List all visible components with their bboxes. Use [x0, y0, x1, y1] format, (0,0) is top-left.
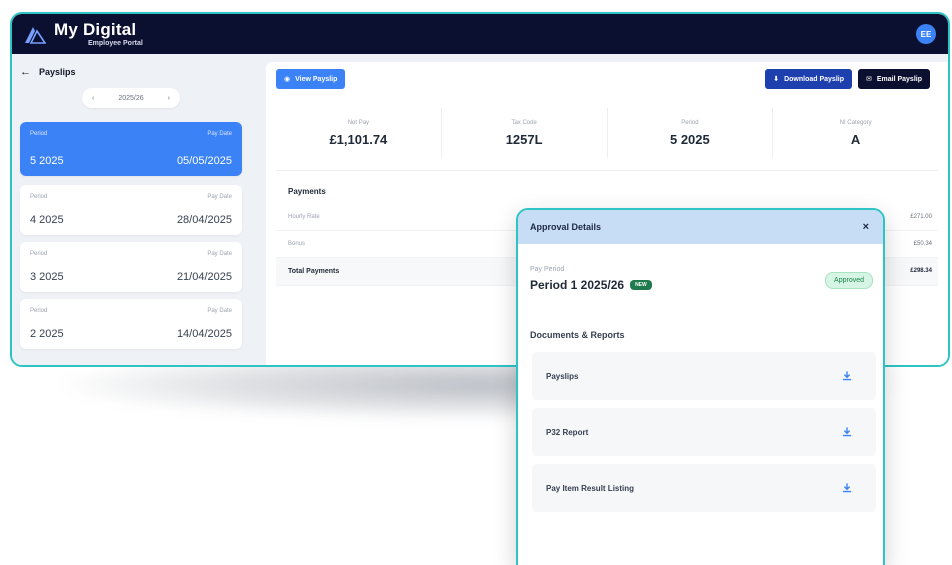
total-label: Total Payments: [288, 268, 340, 275]
summary-label: Period: [681, 119, 699, 126]
download-icon: ⬇: [773, 76, 780, 83]
period-value: 3 2025: [30, 271, 64, 283]
app-title: My Digital: [54, 20, 137, 39]
new-tag-badge: NEW: [630, 280, 652, 290]
period-card-3-2025[interactable]: Period 3 2025 Pay Date 21/04/2025: [20, 242, 242, 292]
view-payslip-button[interactable]: ◉ View Payslip: [276, 69, 346, 89]
pay-date-value: 14/04/2025: [176, 328, 232, 340]
doc-label: P32 Report: [546, 427, 589, 437]
year-selector: ‹ 2025/26 ›: [82, 88, 180, 108]
doc-item-payslips[interactable]: Payslips: [532, 352, 876, 400]
sidebar: ← Payslips ‹ 2025/26 › Period 5 2025 Pay …: [12, 54, 248, 365]
pay-period-text: Period 1 2025/26: [530, 278, 625, 292]
status-badge: Approved: [825, 272, 873, 289]
pay-date-label: Pay Date: [207, 308, 232, 314]
pay-date-label: Pay Date: [207, 194, 232, 200]
next-year-chevron-icon[interactable]: ›: [168, 95, 170, 102]
pay-period-block: Pay Period Period 1 2025/26 NEW: [530, 266, 652, 292]
summary-period: Period 5 2025: [608, 108, 774, 158]
pay-date-label: Pay Date: [207, 251, 232, 257]
download-icon[interactable]: [842, 427, 852, 437]
sidebar-header: ← Payslips: [20, 66, 242, 78]
top-bar: My Digital Employee Portal EE: [12, 14, 948, 54]
modal-title: Approval Details: [530, 222, 602, 232]
summary-tax-code: Tax Code 1257L: [442, 108, 608, 158]
summary-label: Net Pay: [347, 119, 370, 126]
payment-label: Hourly Rate: [288, 214, 320, 220]
pay-date-value: 28/04/2025: [176, 214, 232, 226]
period-value: 2 2025: [30, 328, 64, 340]
download-icon[interactable]: [842, 371, 852, 381]
download-payslip-label: Download Payslip: [784, 75, 844, 83]
summary-ni-category: NI Category A: [773, 108, 938, 158]
view-payslip-label: View Payslip: [295, 75, 338, 83]
logo-icon: [25, 27, 46, 44]
period-label: Period: [30, 308, 48, 314]
pay-date-label: Pay Date: [207, 131, 232, 137]
email-payslip-button[interactable]: ✉ Email Payslip: [857, 69, 930, 89]
payslip-summary: Net Pay £1,101.74 Tax Code 1257L Period 5 2…: [276, 108, 938, 158]
doc-item-p32-report[interactable]: P32 Report: [532, 408, 876, 456]
download-icon[interactable]: [842, 483, 852, 493]
summary-value: A: [850, 131, 861, 147]
doc-label: Pay Item Result Listing: [546, 483, 635, 493]
pay-date-value: 21/04/2025: [176, 271, 232, 283]
total-amount: £298.34: [910, 268, 932, 274]
summary-value: 5 2025: [669, 131, 710, 147]
period-card-4-2025[interactable]: Period 4 2025 Pay Date 28/04/2025: [20, 185, 242, 235]
summary-label: NI Category: [839, 119, 872, 126]
payments-heading: Payments: [288, 187, 326, 196]
period-label: Period: [30, 194, 48, 200]
pay-period-label: Pay Period: [530, 266, 565, 273]
sidebar-title: Payslips: [39, 67, 76, 77]
summary-value: 1257L: [505, 131, 543, 147]
stage: My Digital Employee Portal EE ← Payslips…: [0, 0, 952, 565]
avatar[interactable]: EE: [916, 24, 936, 44]
avatar-initials: EE: [920, 29, 932, 39]
envelope-icon: ✉: [865, 76, 872, 83]
period-value: 5 2025: [30, 155, 64, 167]
prev-year-chevron-icon[interactable]: ‹: [92, 95, 94, 102]
doc-item-pay-item-result-listing[interactable]: Pay Item Result Listing: [532, 464, 876, 512]
year-value: 2025/26: [118, 94, 144, 102]
pay-period-value: Period 1 2025/26 NEW: [530, 278, 652, 292]
approval-details-modal: Approval Details × Pay Period Period 1 2…: [516, 208, 885, 565]
payment-amount: £50.34: [913, 241, 932, 247]
payment-label: Bonus: [288, 241, 306, 247]
email-payslip-label: Email Payslip: [876, 75, 922, 83]
download-payslip-button[interactable]: ⬇ Download Payslip: [765, 69, 852, 89]
period-card-2-2025[interactable]: Period 2 2025 Pay Date 14/04/2025: [20, 299, 242, 349]
period-label: Period: [30, 251, 48, 257]
eye-icon: ◉: [284, 76, 291, 83]
period-value: 4 2025: [30, 214, 64, 226]
pay-period-row: Pay Period Period 1 2025/26 NEW Approved: [530, 266, 873, 292]
close-icon[interactable]: ×: [863, 221, 869, 233]
summary-value: £1,101.74: [329, 131, 388, 147]
summary-label: Tax Code: [511, 119, 537, 126]
period-label: Period: [30, 131, 48, 137]
documents-heading: Documents & Reports: [530, 330, 625, 340]
app-subtitle: Employee Portal: [88, 40, 143, 47]
payment-amount: £271.00: [910, 214, 932, 220]
pay-date-value: 05/05/2025: [176, 155, 232, 167]
back-arrow-icon[interactable]: ←: [20, 66, 31, 78]
toolbar: ◉ View Payslip ⬇ Download Payslip ✉ Emai…: [276, 68, 938, 90]
modal-body: Pay Period Period 1 2025/26 NEW Approved…: [518, 244, 883, 512]
brand[interactable]: My Digital Employee Portal: [54, 21, 143, 47]
period-card-5-2025[interactable]: Period 5 2025 Pay Date 05/05/2025: [20, 122, 242, 176]
summary-net-pay: Net Pay £1,101.74: [276, 108, 442, 158]
modal-header: Approval Details ×: [518, 210, 883, 244]
doc-label: Payslips: [546, 371, 579, 381]
